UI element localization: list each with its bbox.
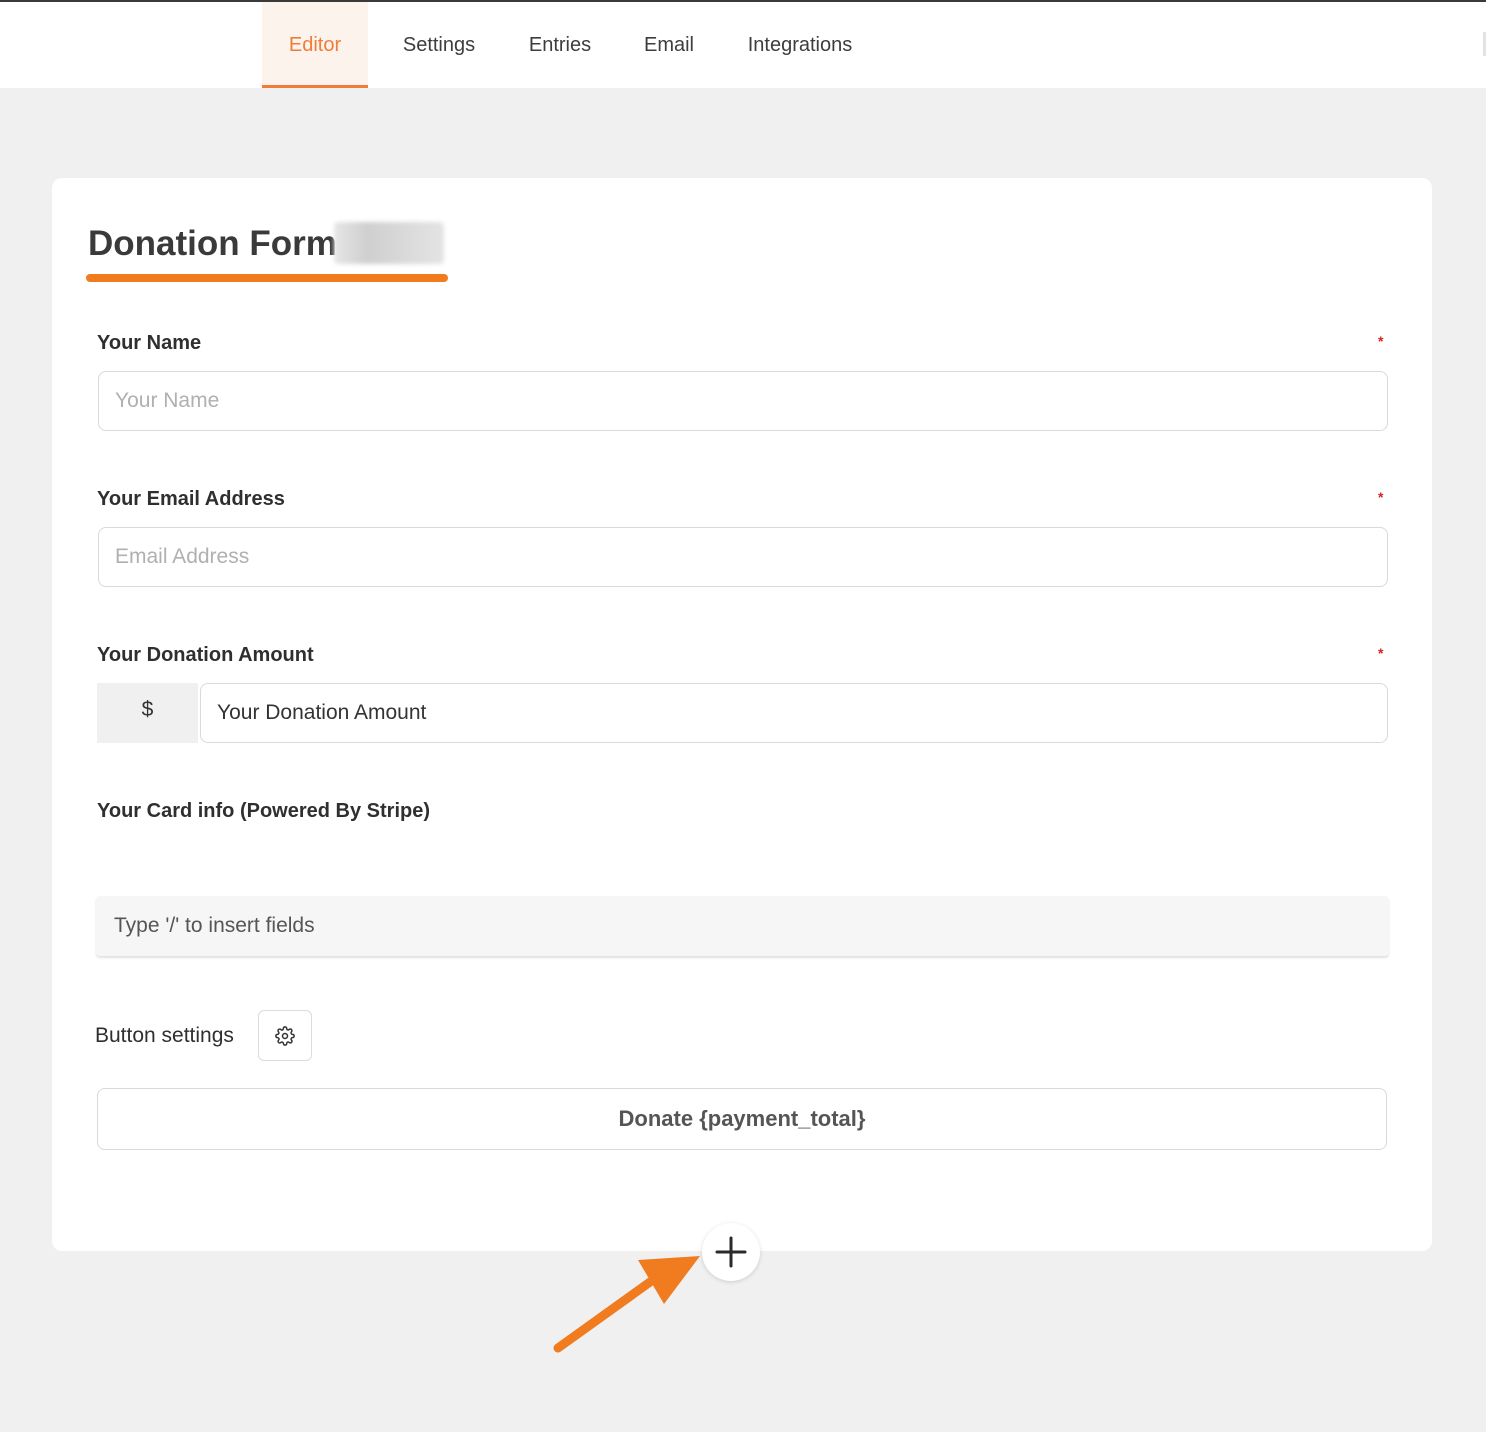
amount-label: Your Donation Amount xyxy=(97,644,314,666)
redacted-form-id xyxy=(334,222,444,264)
form-title[interactable]: Donation Form xyxy=(88,222,337,266)
name-label: Your Name xyxy=(97,332,202,354)
required-marker: * xyxy=(1378,489,1384,505)
arrow-annotation xyxy=(553,1256,700,1353)
tab-editor[interactable]: Editor xyxy=(262,2,368,88)
donate-button[interactable]: Donate {payment_total} xyxy=(97,1088,1387,1150)
gear-icon xyxy=(275,1025,295,1046)
email-field[interactable]: Email Address xyxy=(98,527,1388,587)
button-settings-button[interactable] xyxy=(258,1010,312,1061)
top-nav: Editor Settings Entries Email Integratio… xyxy=(0,2,1486,88)
tab-email[interactable]: Email xyxy=(634,2,704,88)
required-marker: * xyxy=(1378,333,1384,349)
button-settings-label: Button settings xyxy=(95,1024,234,1047)
tab-integrations[interactable]: Integrations xyxy=(736,2,864,88)
amount-field[interactable]: Your Donation Amount xyxy=(200,683,1388,743)
tab-settings[interactable]: Settings xyxy=(392,2,486,88)
email-label: Your Email Address xyxy=(97,488,285,510)
title-underline xyxy=(86,274,448,282)
insert-fields-input[interactable]: Type '/' to insert fields xyxy=(96,896,1389,956)
currency-prefix: $ xyxy=(97,683,198,743)
card-info-label: Your Card info (Powered By Stripe) xyxy=(97,800,430,822)
required-marker: * xyxy=(1378,645,1384,661)
tab-entries[interactable]: Entries xyxy=(518,2,602,88)
name-field[interactable]: Your Name xyxy=(98,371,1388,431)
